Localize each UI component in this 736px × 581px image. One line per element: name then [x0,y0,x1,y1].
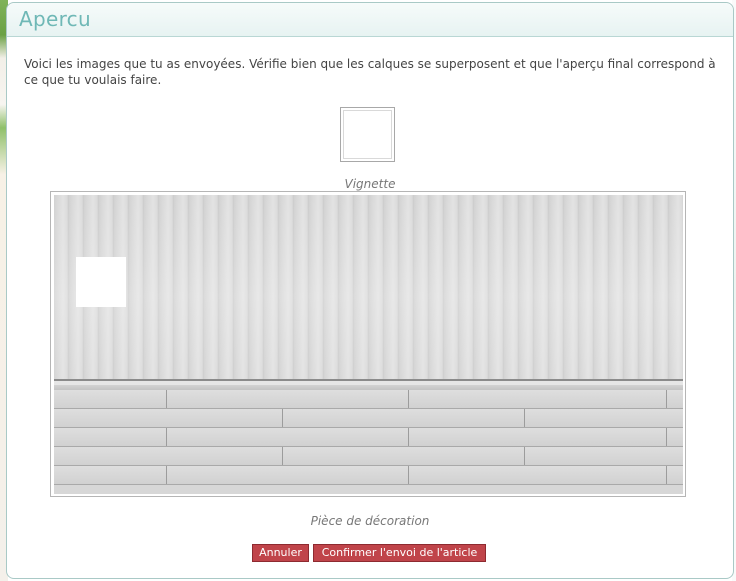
thumbnail-image [343,110,392,159]
overlay-layer-square [76,257,126,307]
intro-text: Voici les images que tu as envoyées. Vér… [24,57,716,87]
room-preview [50,191,686,497]
confirm-submit-button[interactable]: Confirmer l'envoi de l'article [313,544,486,562]
floor-plank-row [54,390,683,409]
room-image [54,195,683,494]
floor-plank-row [54,447,683,466]
floor-plank-row [54,409,683,428]
dialog-title: Apercu [19,7,91,31]
room-wall [54,195,683,379]
preview-dialog: Apercu Voici les images que tu as envoyé… [6,2,734,579]
floor-plank-row [54,428,683,447]
dialog-titlebar: Apercu [7,3,733,37]
thumbnail-preview [340,107,395,162]
room-floor [54,390,683,494]
floor-plank-row [54,466,683,485]
thumbnail-caption: Vignette [344,177,396,191]
room-caption: Pièce de décoration [310,514,430,528]
cancel-button[interactable]: Annuler [252,544,309,562]
